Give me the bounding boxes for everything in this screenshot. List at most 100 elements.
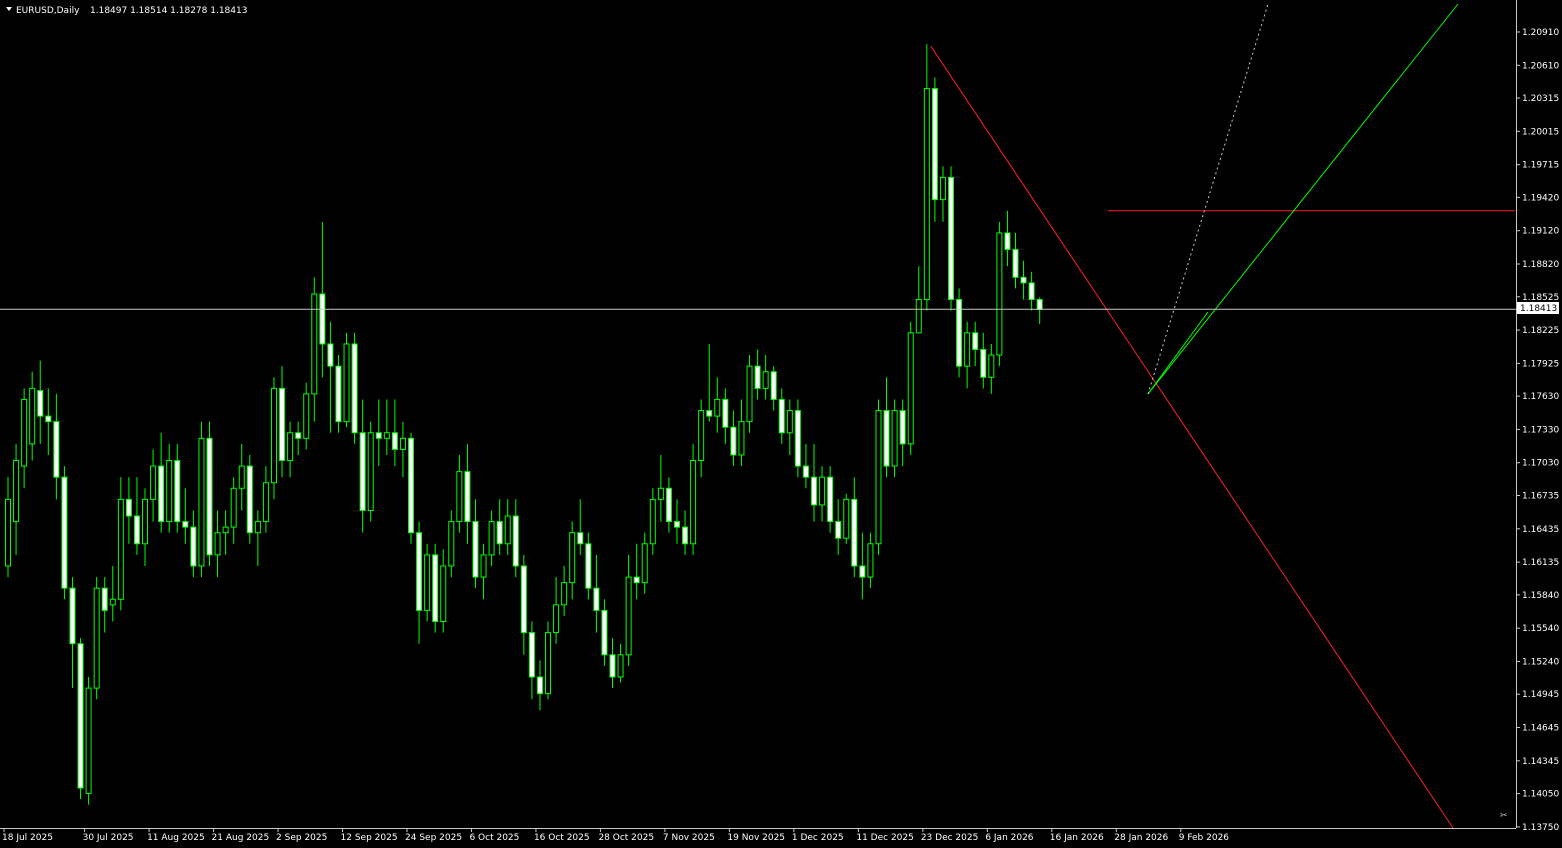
- candle-body: [480, 554, 487, 578]
- candle-body: [794, 410, 801, 467]
- candle-body: [295, 432, 302, 439]
- candle-body: [45, 415, 52, 423]
- candle-body: [923, 88, 930, 301]
- candle-body: [246, 465, 253, 534]
- candle-body: [432, 554, 439, 622]
- candle-body: [287, 432, 294, 462]
- price-tick-label: 1.16735: [1522, 491, 1559, 501]
- time-tick-label: 11 Dec 2025: [856, 833, 914, 843]
- candle-body: [1004, 232, 1011, 251]
- candle-body: [851, 498, 858, 567]
- candle-body: [819, 476, 826, 506]
- candle-body: [166, 460, 173, 523]
- candle-body: [520, 565, 527, 634]
- candle-body: [891, 410, 898, 467]
- candle-body: [53, 421, 60, 478]
- price-tick-label: 1.15240: [1522, 657, 1559, 667]
- candle-body: [303, 393, 310, 439]
- price-tick-label: 1.19420: [1522, 193, 1559, 203]
- candle-body: [528, 632, 535, 678]
- candle-body: [77, 643, 84, 789]
- candle-body: [391, 432, 398, 450]
- candle-body: [142, 498, 149, 545]
- price-tick-label: 1.20610: [1522, 61, 1559, 71]
- candle-body: [254, 521, 261, 534]
- price-tick-label: 1.19120: [1522, 227, 1559, 237]
- candle-body: [657, 487, 664, 500]
- candle-body: [1012, 249, 1019, 278]
- candle-body: [408, 437, 414, 534]
- candle-body: [972, 332, 979, 350]
- candle-body: [706, 410, 713, 417]
- candle-body: [988, 354, 995, 378]
- candle-body: [867, 543, 874, 578]
- scissors-icon[interactable]: ✂: [1500, 811, 1508, 821]
- symbol-label: EURUSD,Daily: [16, 6, 80, 16]
- candle-body: [150, 465, 157, 500]
- candle-body: [5, 498, 11, 567]
- candle-body: [609, 654, 616, 678]
- price-tick-label: 1.14645: [1522, 724, 1559, 734]
- candle-body: [931, 88, 938, 201]
- time-tick-label: 11 Aug 2025: [147, 833, 205, 843]
- candle-body: [174, 460, 181, 523]
- price-marker: 1.18413: [1517, 302, 1559, 314]
- candle-body: [214, 532, 221, 556]
- candle-body: [649, 498, 656, 545]
- time-tick-label: 9 Feb 2026: [1179, 833, 1230, 843]
- candle-body: [488, 521, 495, 556]
- candle-body: [770, 371, 777, 400]
- time-tick-label: 6 Oct 2025: [469, 833, 519, 843]
- candle-body: [182, 521, 189, 528]
- candle-body: [754, 365, 761, 389]
- candle-body: [327, 343, 334, 367]
- candle-body: [319, 293, 326, 345]
- candle-body: [399, 437, 406, 450]
- price-tick-label: 1.13750: [1522, 823, 1559, 833]
- candle-body: [456, 471, 463, 523]
- price-tick-label: 1.18525: [1522, 293, 1559, 303]
- candle-body: [561, 582, 568, 606]
- price-tick-label: 1.20315: [1522, 94, 1559, 104]
- candle-body: [915, 299, 922, 334]
- candle-body: [504, 515, 511, 545]
- candle-body: [698, 410, 705, 462]
- candle-body: [682, 526, 689, 545]
- candle-body: [633, 576, 640, 584]
- candle-body: [907, 332, 914, 445]
- price-chart[interactable]: 1.20910 1.20610 1.20315 1.20015 1.19715 1.194…: [0, 0, 1562, 848]
- candle-body: [714, 398, 721, 417]
- candle-body: [21, 398, 28, 467]
- candle-body: [996, 232, 1003, 356]
- price-tick-label: 1.17630: [1522, 392, 1559, 402]
- time-tick-label: 24 Sep 2025: [405, 833, 462, 843]
- candle-body: [593, 587, 600, 611]
- time-tick-label: 30 Jul 2025: [83, 833, 134, 843]
- time-tick-label: 16 Oct 2025: [534, 833, 590, 843]
- shift-icon[interactable]: ✂: [1500, 811, 1508, 821]
- time-tick-label: 19 Nov 2025: [727, 833, 785, 843]
- price-tick-label: 1.15840: [1522, 591, 1559, 601]
- candle-body: [1036, 299, 1043, 311]
- candle-body: [190, 526, 197, 567]
- candle-body: [625, 576, 632, 656]
- price-tick-label: 1.15540: [1522, 624, 1559, 634]
- time-tick-label: 28 Oct 2025: [598, 833, 654, 843]
- price-tick-label: 1.14345: [1522, 757, 1559, 767]
- price-tick-label: 1.17330: [1522, 425, 1559, 435]
- candle-body: [585, 543, 592, 589]
- candle-body: [811, 476, 817, 506]
- candle-body: [673, 521, 680, 528]
- candle-body: [29, 387, 36, 445]
- candle-body: [133, 515, 140, 545]
- header: EURUSD,Daily 1.18497 1.18514 1.18278 1.1…: [6, 6, 247, 16]
- time-tick-label: 2 Sep 2025: [276, 833, 327, 843]
- ohlc-label: 1.18497 1.18514 1.18278 1.18413: [90, 6, 247, 16]
- candle-body: [827, 476, 834, 523]
- candle-body: [859, 565, 866, 578]
- candle-body: [730, 426, 737, 456]
- time-tick-label: 1 Dec 2025: [792, 833, 844, 843]
- candle-body: [343, 343, 350, 423]
- candle-body: [85, 687, 92, 795]
- candle-body: [101, 587, 108, 611]
